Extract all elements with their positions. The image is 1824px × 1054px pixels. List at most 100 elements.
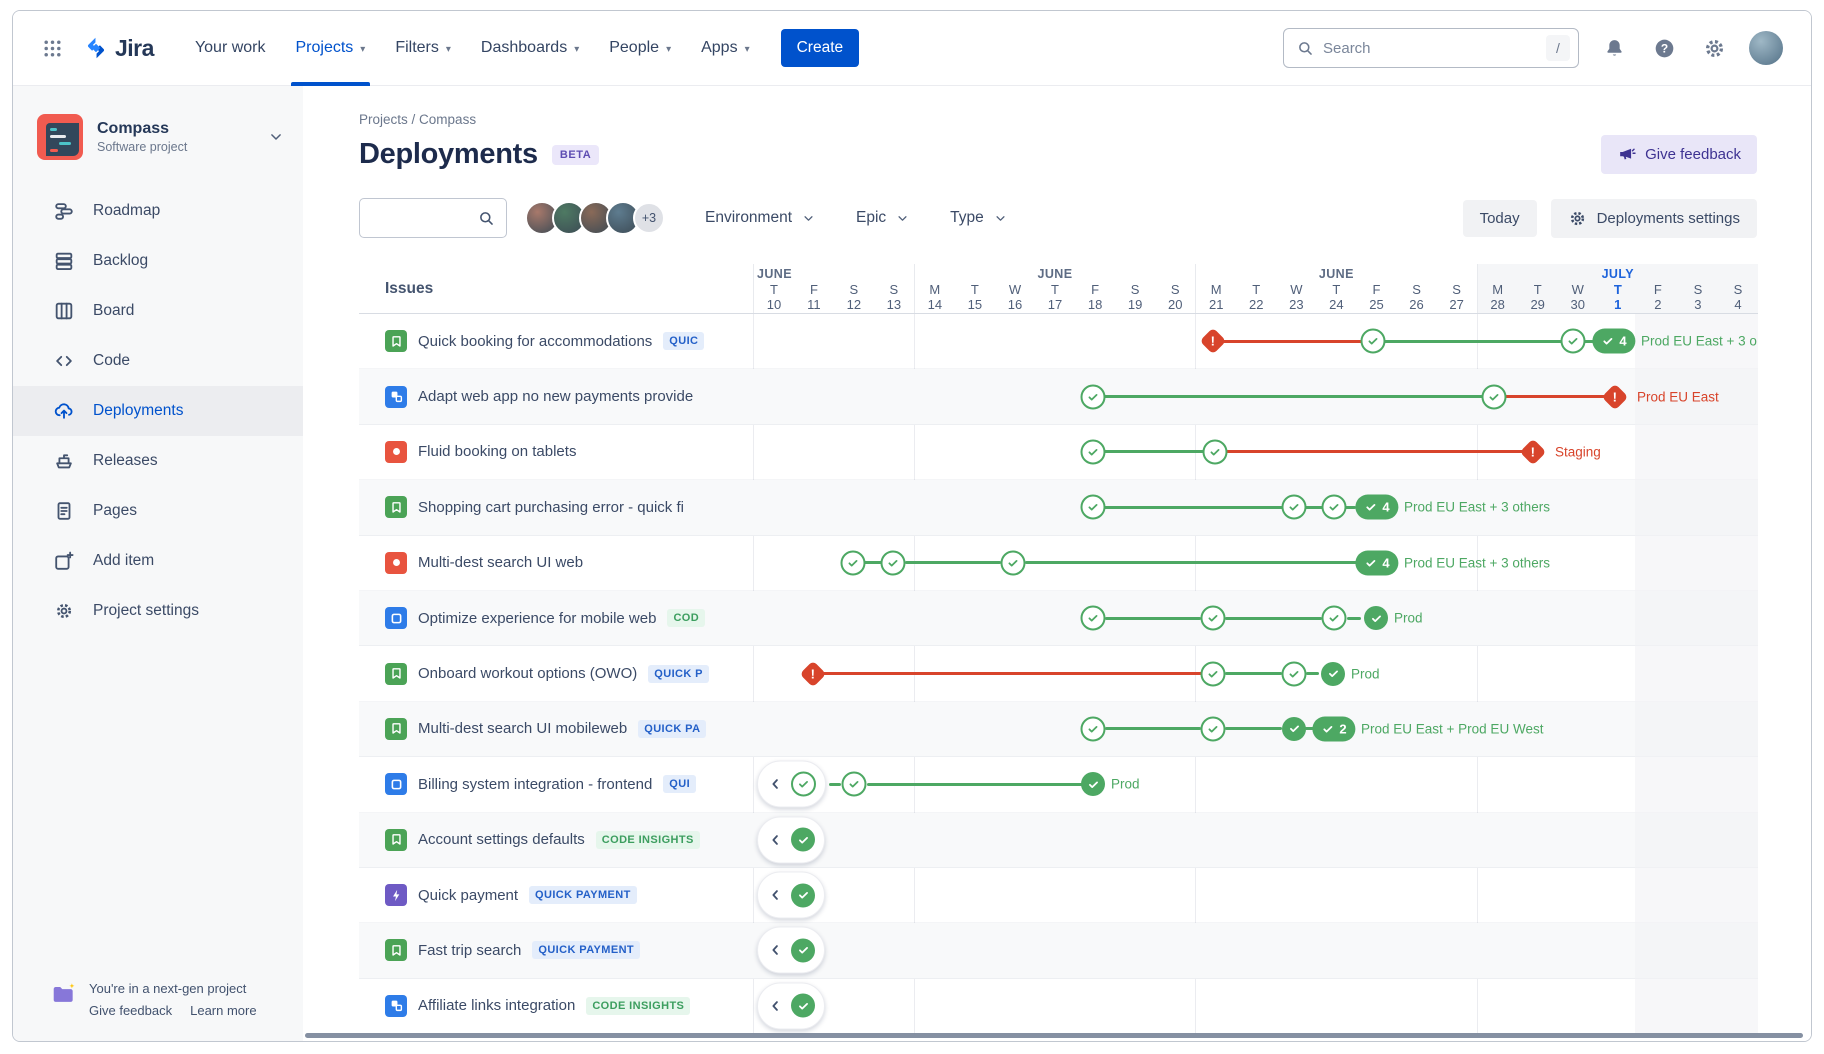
issue-summary[interactable]: Quick paymentQUICK PAYMENT bbox=[359, 868, 753, 922]
sidebar-item-deployments[interactable]: Deployments bbox=[13, 386, 303, 436]
issue-summary[interactable]: Affiliate links integrationCODE INSIGHTS bbox=[359, 979, 753, 1033]
user-avatar[interactable] bbox=[1749, 31, 1783, 65]
deployment-success-filled-icon[interactable] bbox=[791, 994, 815, 1018]
issue-summary[interactable]: Shopping cart purchasing error - quick f… bbox=[359, 480, 753, 534]
issue-summary[interactable]: Billing system integration - frontendQUI bbox=[359, 757, 753, 811]
sidebar-item-pages[interactable]: Pages bbox=[13, 486, 303, 536]
deployment-failed-icon[interactable]: ! bbox=[1520, 439, 1547, 466]
deployment-success-icon[interactable] bbox=[1322, 495, 1347, 520]
deployment-success-icon[interactable] bbox=[1081, 384, 1106, 409]
deployment-failed-icon[interactable]: ! bbox=[800, 660, 827, 687]
deployment-failed-icon[interactable]: ! bbox=[1602, 383, 1629, 410]
deployment-success-filled-icon[interactable] bbox=[791, 883, 815, 907]
epic-filter-dropdown[interactable]: Epic bbox=[856, 209, 910, 227]
issue-summary[interactable]: Multi-dest search UI mobilewebQUICK PA bbox=[359, 702, 753, 756]
expand-deployments-chip[interactable] bbox=[757, 927, 825, 974]
issue-summary[interactable]: Adapt web app no new payments provide bbox=[359, 369, 753, 423]
deployment-success-filled-icon[interactable] bbox=[1282, 717, 1306, 741]
avatar-filter-group[interactable]: +3 bbox=[525, 201, 665, 235]
nav-menu-item-apps[interactable]: Apps▾ bbox=[686, 11, 765, 86]
learn-more-link[interactable]: Learn more bbox=[190, 1003, 256, 1018]
deployments-settings-button[interactable]: Deployments settings bbox=[1551, 199, 1757, 238]
deployment-success-icon[interactable] bbox=[1482, 384, 1507, 409]
deployment-success-icon[interactable] bbox=[1561, 329, 1586, 354]
app-switcher-icon[interactable] bbox=[35, 31, 69, 65]
deployment-success-icon[interactable] bbox=[881, 550, 906, 575]
deployment-count-pill[interactable]: 2 bbox=[1312, 716, 1355, 741]
deployment-success-icon[interactable] bbox=[1201, 716, 1226, 741]
deployment-success-icon[interactable] bbox=[1322, 606, 1347, 631]
issue-name: Onboard workout options (OWO) bbox=[418, 665, 637, 682]
deployment-success-icon[interactable] bbox=[1201, 661, 1226, 686]
project-selector[interactable]: Compass Software project bbox=[13, 114, 303, 160]
deployment-success-icon[interactable] bbox=[1081, 716, 1106, 741]
deployment-failed-icon[interactable]: ! bbox=[1200, 328, 1227, 355]
nav-menu-item-your-work[interactable]: Your work bbox=[180, 11, 281, 86]
issue-summary[interactable]: Optimize experience for mobile webCOD bbox=[359, 591, 753, 645]
deployment-success-icon[interactable] bbox=[1201, 606, 1226, 631]
give-feedback-button[interactable]: Give feedback bbox=[1601, 135, 1757, 174]
deployment-success-icon[interactable] bbox=[1361, 329, 1386, 354]
horizontal-scrollbar[interactable] bbox=[305, 1033, 1803, 1038]
global-search-input[interactable] bbox=[1323, 40, 1538, 57]
breadcrumb-link[interactable]: Compass bbox=[419, 112, 476, 127]
nav-menu-item-people[interactable]: People▾ bbox=[594, 11, 686, 86]
expand-deployments-chip[interactable] bbox=[757, 982, 825, 1029]
nav-menu-item-filters[interactable]: Filters▾ bbox=[380, 11, 466, 86]
deployment-success-icon[interactable] bbox=[841, 550, 866, 575]
chevron-left-icon bbox=[767, 942, 784, 959]
deployment-count-pill[interactable]: 4 bbox=[1592, 329, 1635, 354]
sidebar-item-releases[interactable]: Releases bbox=[13, 436, 303, 486]
today-button[interactable]: Today bbox=[1463, 200, 1537, 237]
deployments-timeline: Issues JUNET10F11S12S13JUNEM14T15W16T17F… bbox=[359, 264, 1758, 1034]
environment-filter-dropdown[interactable]: Environment bbox=[705, 209, 816, 227]
notifications-bell-icon[interactable] bbox=[1599, 33, 1629, 63]
help-icon[interactable]: ? bbox=[1649, 33, 1679, 63]
sidebar-item-board[interactable]: Board bbox=[13, 286, 303, 336]
deployment-success-icon[interactable] bbox=[1081, 495, 1106, 520]
create-button[interactable]: Create bbox=[781, 29, 860, 67]
expand-deployments-chip[interactable] bbox=[757, 816, 825, 863]
sidebar-item-code[interactable]: Code bbox=[13, 336, 303, 386]
avatar-overflow-count[interactable]: +3 bbox=[633, 202, 665, 234]
deployment-count-pill[interactable]: 4 bbox=[1355, 495, 1398, 520]
jira-logo[interactable]: Jira bbox=[83, 35, 154, 62]
issue-summary[interactable]: Fast trip searchQUICK PAYMENT bbox=[359, 923, 753, 977]
deployment-success-icon[interactable] bbox=[842, 772, 867, 797]
deployment-success-icon[interactable] bbox=[1203, 439, 1228, 464]
issue-summary[interactable]: Fluid booking on tablets bbox=[359, 425, 753, 479]
deployment-success-filled-icon[interactable] bbox=[1364, 606, 1388, 630]
deployment-success-filled-icon[interactable] bbox=[1081, 772, 1105, 796]
issue-filter-search-input[interactable] bbox=[370, 210, 477, 226]
nav-menu-item-dashboards[interactable]: Dashboards▾ bbox=[466, 11, 594, 86]
issue-summary[interactable]: Multi-dest search UI web bbox=[359, 536, 753, 590]
deployment-count-pill[interactable]: 4 bbox=[1355, 550, 1398, 575]
issue-summary[interactable]: Quick booking for accommodationsQUIC bbox=[359, 314, 753, 368]
breadcrumb-link[interactable]: Projects bbox=[359, 112, 408, 127]
sidebar-item-add-item[interactable]: Add item bbox=[13, 536, 303, 586]
sidebar-item-roadmap[interactable]: Roadmap bbox=[13, 186, 303, 236]
deployment-success-icon[interactable] bbox=[1081, 606, 1106, 631]
issue-summary[interactable]: Account settings defaultsCODE INSIGHTS bbox=[359, 813, 753, 867]
type-filter-dropdown[interactable]: Type bbox=[950, 209, 1008, 227]
deployment-success-icon[interactable] bbox=[1001, 550, 1026, 575]
issue-filter-search[interactable] bbox=[359, 198, 507, 238]
deployment-success-filled-icon[interactable] bbox=[1321, 662, 1345, 686]
give-feedback-link[interactable]: Give feedback bbox=[89, 1003, 172, 1018]
global-search[interactable]: / bbox=[1283, 28, 1579, 68]
deployment-success-icon[interactable] bbox=[791, 772, 816, 797]
issue-name: Account settings defaults bbox=[418, 831, 585, 848]
deployment-success-filled-icon[interactable] bbox=[791, 938, 815, 962]
expand-deployments-chip[interactable] bbox=[757, 761, 826, 808]
nav-menu-item-projects[interactable]: Projects▾ bbox=[281, 11, 381, 86]
sidebar-item-backlog[interactable]: Backlog bbox=[13, 236, 303, 286]
issue-summary[interactable]: Onboard workout options (OWO)QUICK P bbox=[359, 646, 753, 700]
deployment-success-icon[interactable] bbox=[1282, 495, 1307, 520]
deployment-success-icon[interactable] bbox=[1081, 439, 1106, 464]
sidebar-item-project-settings[interactable]: Project settings bbox=[13, 586, 303, 636]
sidebar: Compass Software project RoadmapBacklogB… bbox=[13, 86, 303, 1042]
deployment-success-icon[interactable] bbox=[1282, 661, 1307, 686]
deployment-success-filled-icon[interactable] bbox=[791, 828, 815, 852]
settings-gear-icon[interactable] bbox=[1699, 33, 1729, 63]
expand-deployments-chip[interactable] bbox=[757, 872, 825, 919]
